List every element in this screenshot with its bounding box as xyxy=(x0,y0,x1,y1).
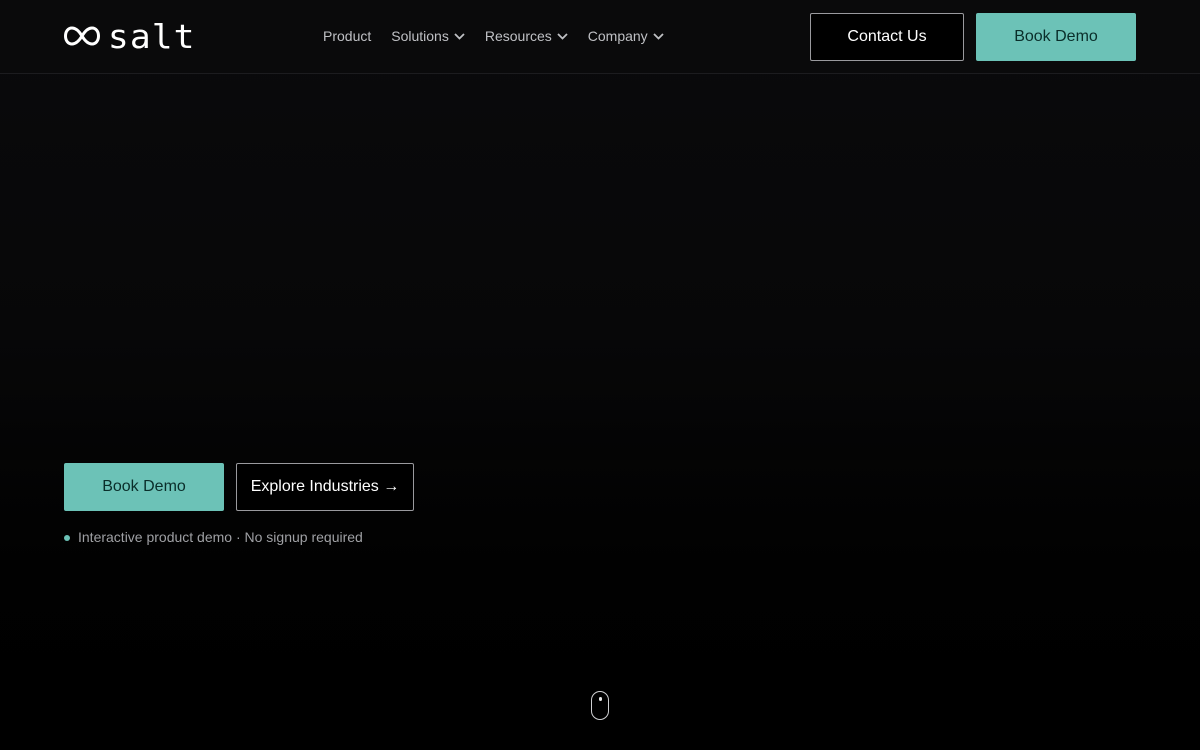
nav-item-company[interactable]: Company xyxy=(588,26,664,46)
nav-item-label: Company xyxy=(587,28,648,44)
nav-item-product[interactable]: Product xyxy=(323,26,371,46)
hero-note-text: Interactive product demo · No signup req… xyxy=(78,529,363,545)
scroll-wheel xyxy=(598,697,602,701)
chevron-down-icon xyxy=(557,32,568,40)
main-nav: Product Solutions Resources Company xyxy=(323,26,664,46)
brand-name: salt xyxy=(107,16,196,56)
dot-icon xyxy=(64,535,70,541)
nav-item-label: Resources xyxy=(484,28,552,44)
infinity-logo-icon xyxy=(64,24,100,48)
hero-note: Interactive product demo · No signup req… xyxy=(64,528,363,546)
book-demo-button[interactable]: Book Demo xyxy=(976,13,1136,61)
mouse-scroll-icon[interactable] xyxy=(591,691,609,720)
nav-item-label: Product xyxy=(323,28,372,44)
nav-item-resources[interactable]: Resources xyxy=(485,26,568,46)
contact-us-button[interactable]: Contact Us xyxy=(810,13,964,61)
nav-item-label: Solutions xyxy=(391,28,449,44)
logo[interactable]: salt xyxy=(64,16,196,56)
chevron-down-icon xyxy=(653,32,664,40)
site-header: salt Product Solutions Resources Company xyxy=(0,0,1200,74)
nav-item-solutions[interactable]: Solutions xyxy=(391,26,465,46)
hero-book-demo-button[interactable]: Book Demo xyxy=(64,463,224,511)
explore-industries-button[interactable]: Explore Industries → xyxy=(236,463,414,511)
chevron-down-icon xyxy=(454,32,465,40)
page: salt Product Solutions Resources Company xyxy=(0,0,1200,750)
